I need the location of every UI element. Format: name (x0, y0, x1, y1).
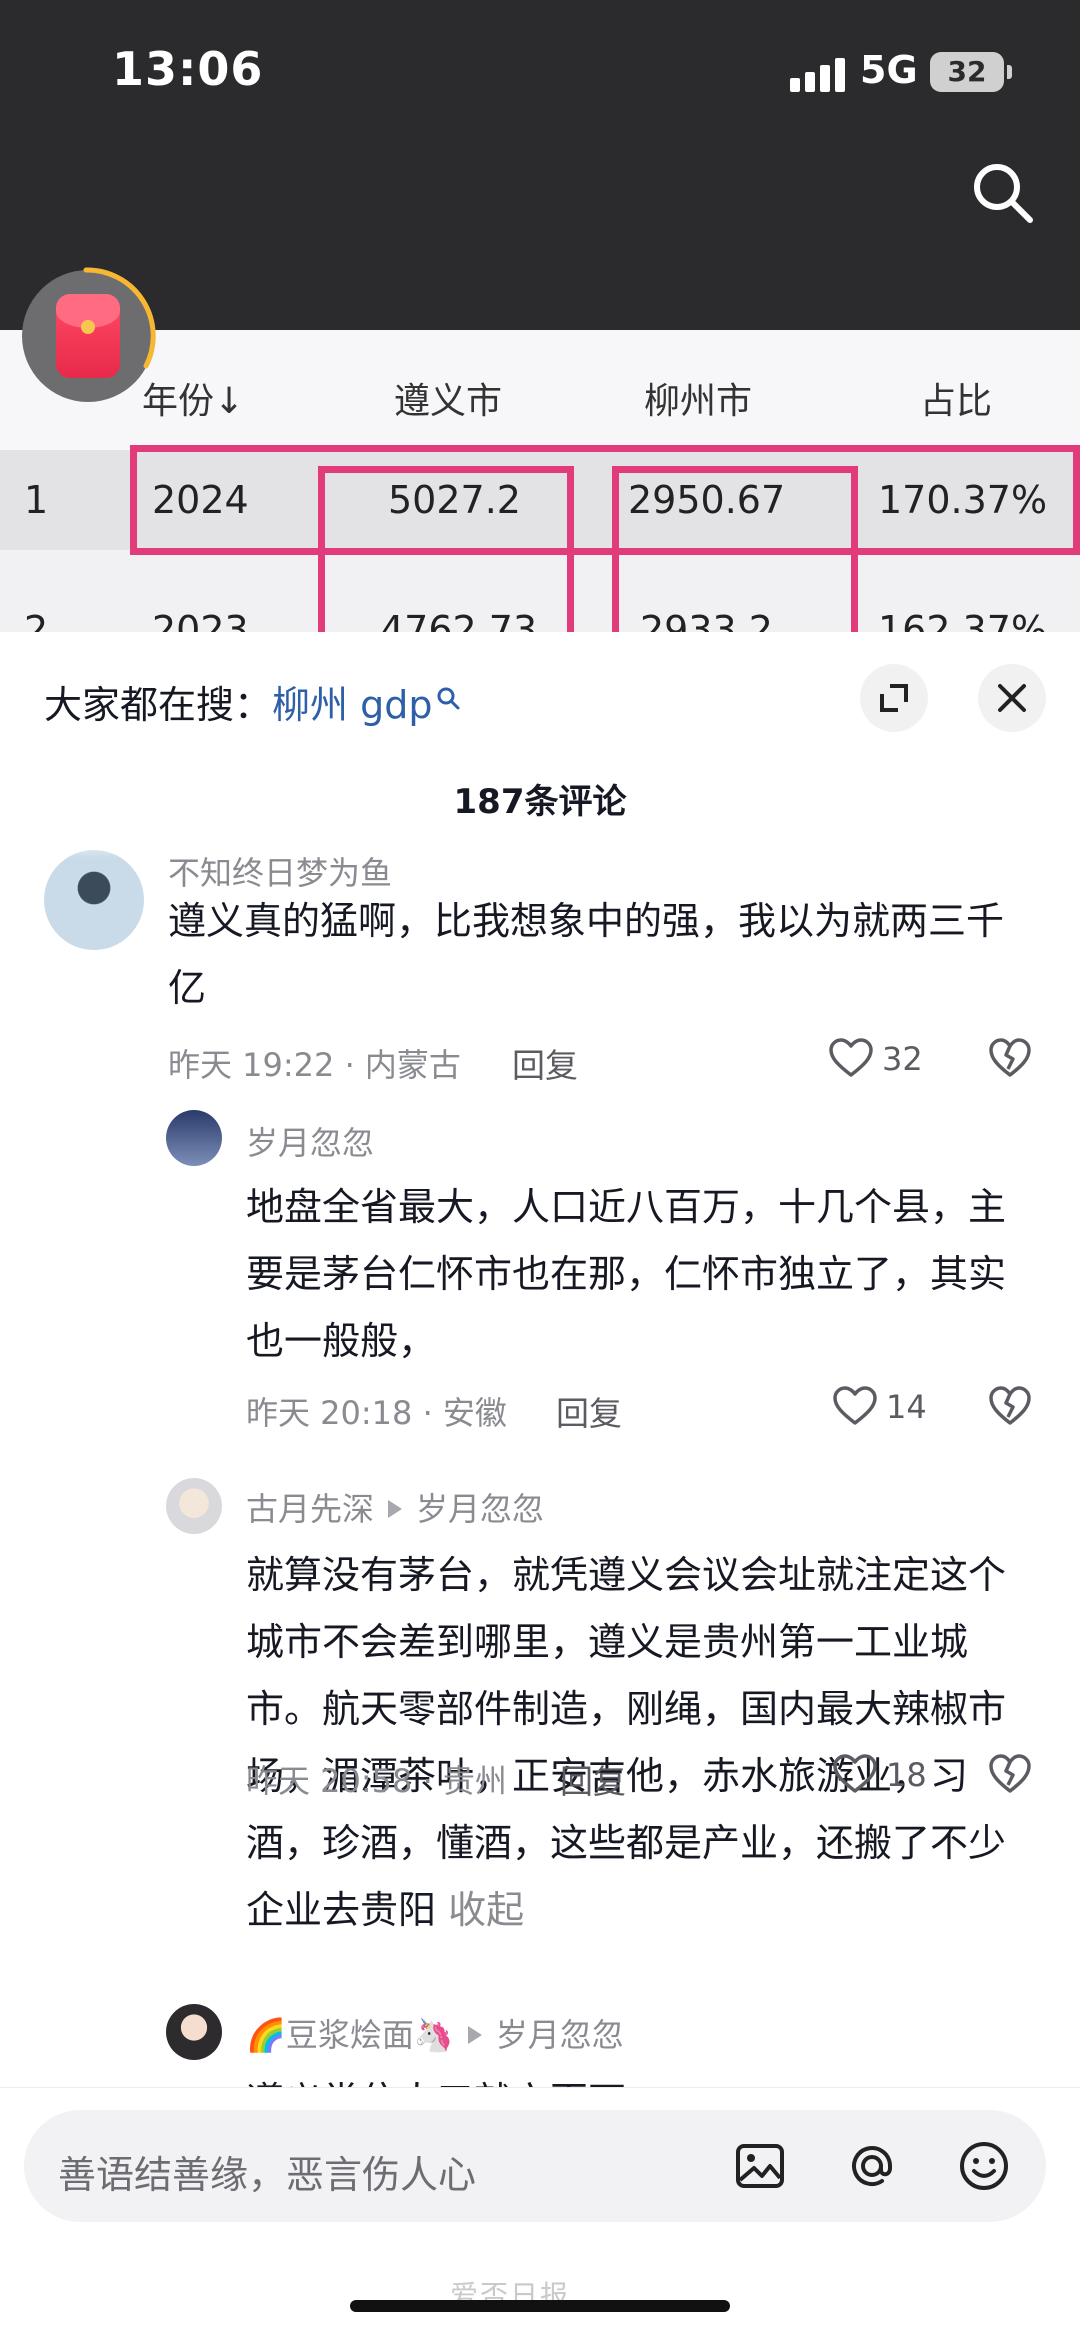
emoji-icon[interactable] (954, 2136, 1014, 2196)
comment-username[interactable]: 🌈豆浆烩面🦄 (246, 2016, 454, 2054)
status-time: 13:06 (112, 42, 264, 96)
highlight-box (612, 466, 858, 632)
comment-reply-header: 🌈豆浆烩面🦄 岁月忽忽 (246, 2010, 624, 2056)
red-packet-icon (56, 294, 120, 378)
dislike-icon[interactable] (988, 1753, 1032, 1795)
reply-arrow-icon (388, 1500, 403, 1518)
battery-level: 32 (947, 55, 987, 88)
expand-button[interactable] (860, 664, 928, 732)
dislike-icon[interactable] (988, 1037, 1032, 1079)
avatar[interactable] (166, 2004, 222, 2060)
row-index: 2 (24, 608, 49, 632)
avatar[interactable] (166, 1110, 222, 1166)
cell-ratio: 162.37% (878, 608, 1048, 632)
signal-icon (790, 56, 846, 92)
comment-panel: 大家都在搜：柳州 gdp 187条评论 不知终日梦为鱼 遵义真的猛啊，比我想象中… (0, 632, 1080, 2337)
comment-text: 遵义真的猛啊，比我想象中的强，我以为就两三千亿 (168, 899, 1005, 1010)
search-icon[interactable] (968, 158, 1038, 228)
highlight-box (130, 445, 1080, 555)
like-icon[interactable] (832, 1753, 878, 1795)
comment-input-bar: 善语结善缘，恶言伤人心 爱否日报 (0, 2087, 1080, 2337)
search-term-link[interactable]: 柳州 gdp (272, 683, 432, 727)
search-icon (437, 687, 460, 710)
expand-icon (880, 684, 908, 712)
input-placeholder: 善语结善缘，恶言伤人心 (58, 2153, 477, 2197)
highlight-box (318, 466, 574, 632)
reply-button[interactable]: 回复 (560, 1755, 626, 1803)
like-icon[interactable] (832, 1385, 878, 1427)
close-button[interactable] (978, 664, 1046, 732)
header-zunyi: 遵义市 (394, 381, 503, 422)
home-indicator[interactable] (350, 2300, 730, 2312)
collapse-button[interactable]: 收起 (448, 1888, 524, 1932)
close-icon (998, 684, 1026, 712)
comment-username[interactable]: 岁月忽忽 (246, 1118, 374, 1164)
mention-icon[interactable] (842, 2136, 902, 2196)
table-header: 年份↓ 遵义市 柳州市 占比 (0, 330, 1080, 450)
avatar[interactable] (44, 850, 144, 950)
like-count: 14 (886, 1388, 927, 1426)
row-index: 1 (24, 478, 49, 522)
comment-reply-header: 古月先深 岁月忽忽 (246, 1484, 544, 1530)
like-count: 18 (886, 1756, 927, 1794)
comment-meta: 昨天 20:18 · 安徽 (246, 1394, 507, 1432)
comment-count: 187条评论 (453, 782, 627, 822)
image-icon[interactable] (730, 2136, 790, 2196)
avatar[interactable] (166, 1478, 222, 1534)
comment-text-body: 就算没有茅台，就凭遵义会议会址就注定这个城市不会差到哪里，遵义是贵州第一工业城市… (246, 1553, 1007, 1932)
scroll-fade (0, 832, 1080, 858)
reply-button[interactable]: 回复 (556, 1387, 622, 1435)
video-background: 13:06 5G 32 (0, 0, 1080, 330)
comment-username[interactable]: 古月先深 (246, 1490, 374, 1528)
dislike-icon[interactable] (988, 1385, 1032, 1427)
comment-input[interactable]: 善语结善缘，恶言伤人心 (24, 2110, 1046, 2222)
everyone-search-label: 大家都在搜： (44, 683, 273, 727)
cell-year: 2023 (152, 608, 249, 632)
reply-to-username[interactable]: 岁月忽忽 (416, 1490, 544, 1528)
everyone-search-bar[interactable]: 大家都在搜：柳州 gdp (44, 674, 460, 729)
gdp-table-image: 年份↓ 遵义市 柳州市 占比 1 2024 5027.2 2950.67 170… (0, 330, 1080, 632)
reply-button[interactable]: 回复 (512, 1039, 578, 1087)
header-ratio: 占比 (920, 381, 993, 422)
battery-icon: 32 (930, 52, 1012, 92)
comment-meta: 昨天 20:58 · 贵州 (246, 1762, 507, 1800)
like-count: 32 (882, 1040, 923, 1078)
reply-arrow-icon (467, 2026, 482, 2044)
header-liuzhou: 柳州市 (644, 381, 753, 422)
network-type: 5G (860, 48, 918, 92)
like-icon[interactable] (828, 1037, 874, 1079)
comment-text: 就算没有茅台，就凭遵义会议会址就注定这个城市不会差到哪里，遵义是贵州第一工业城市… (246, 1542, 1036, 1944)
comment-text: 地盘全省最大，人口近八百万，十几个县，主要是茅台仁怀市也在那，仁怀市独立了，其实… (246, 1185, 1007, 1363)
comment-meta: 昨天 19:22 · 内蒙古 (168, 1046, 461, 1084)
reply-to-username[interactable]: 岁月忽忽 (496, 2016, 624, 2054)
